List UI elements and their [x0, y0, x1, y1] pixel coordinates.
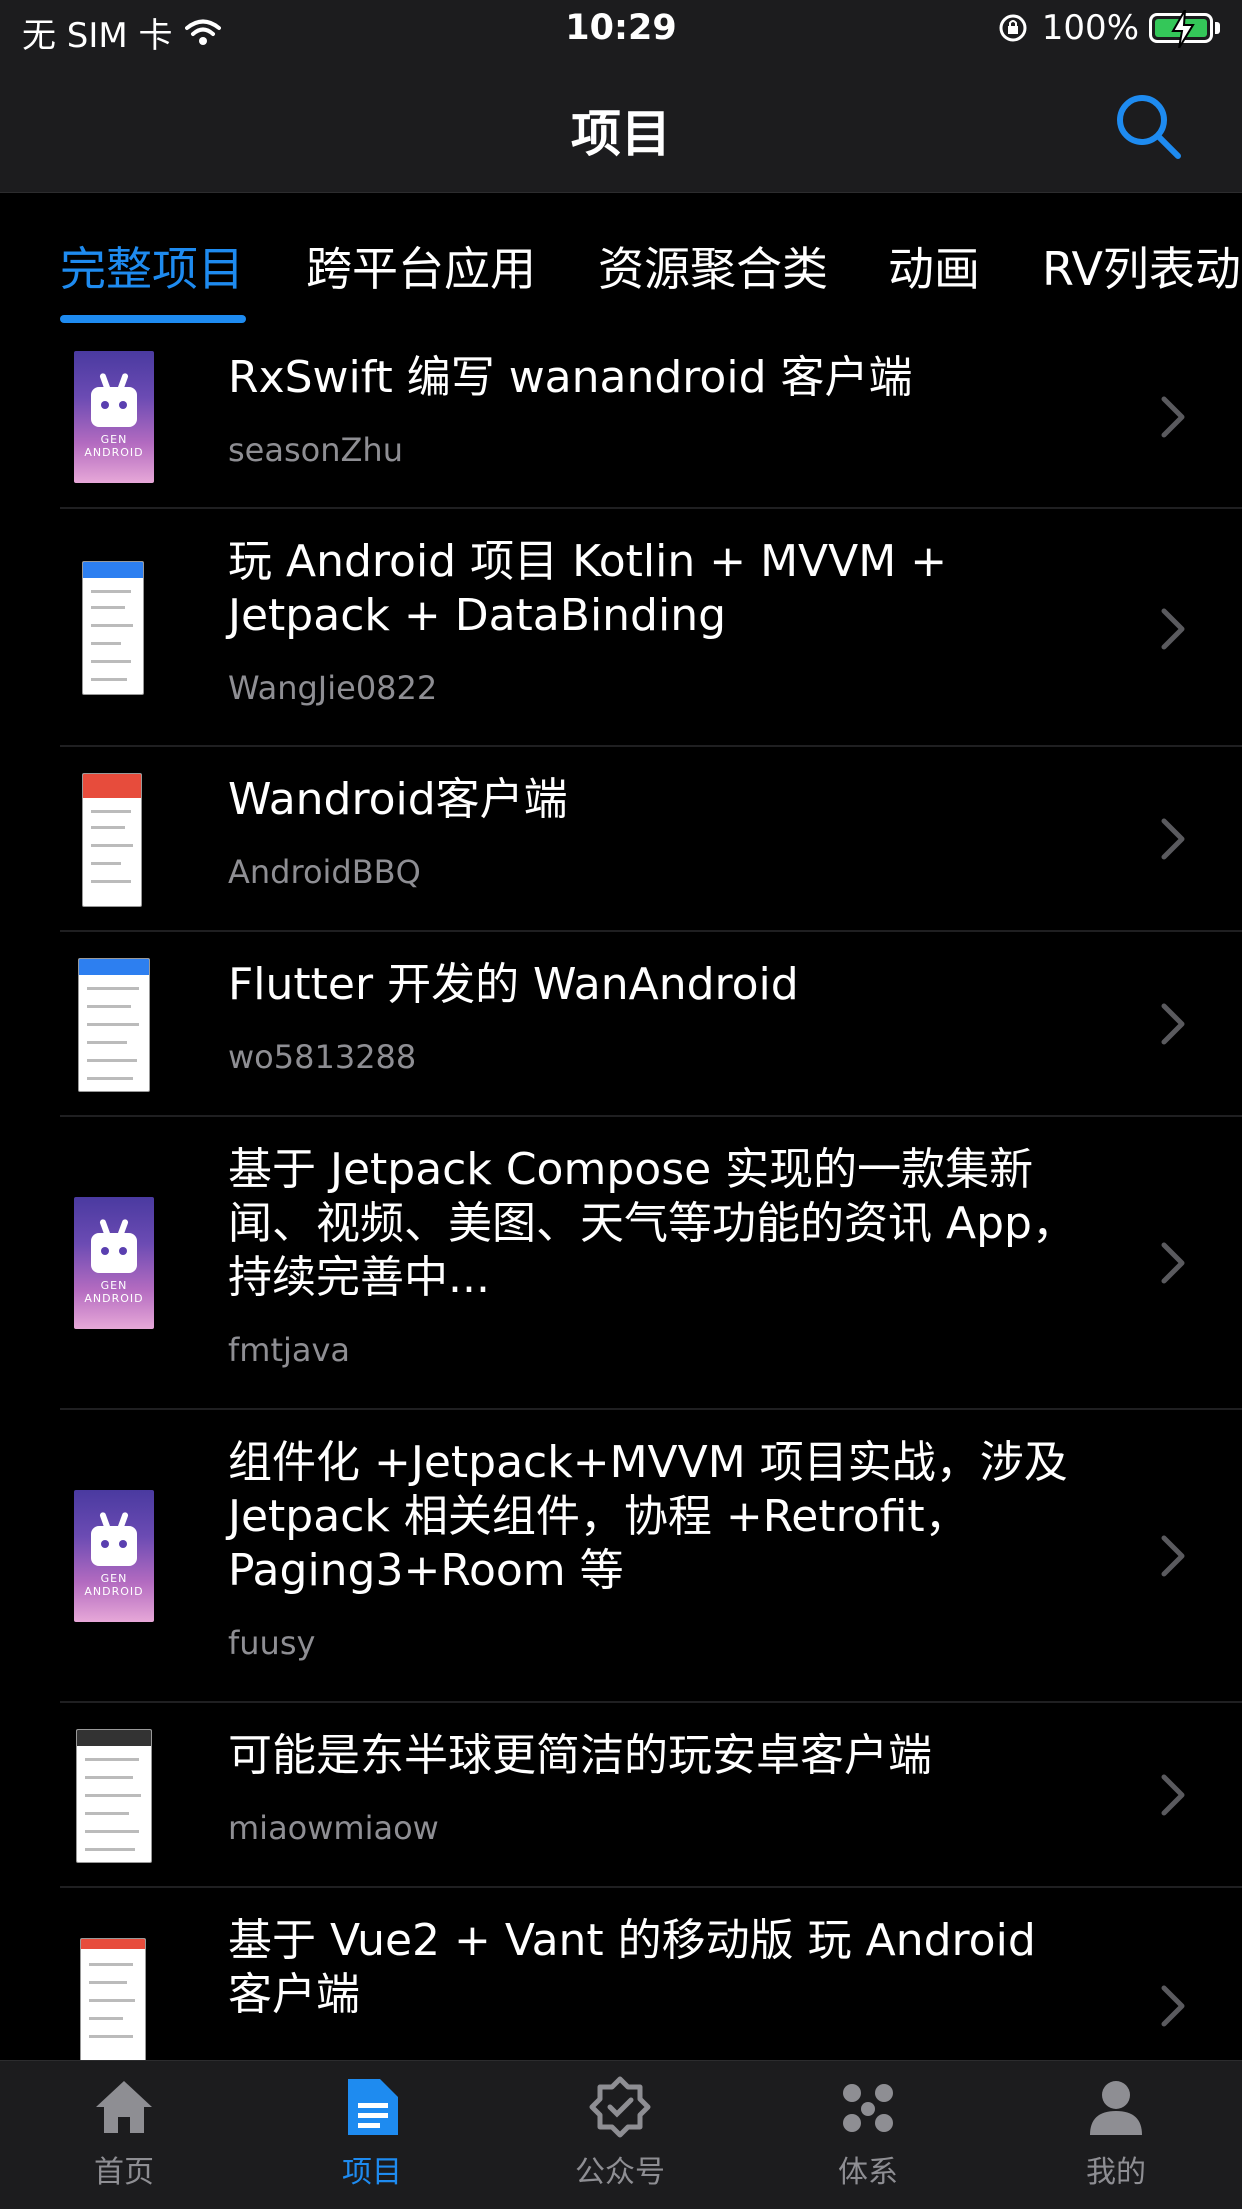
- chevron-right-icon: [1161, 1774, 1185, 1816]
- tabbar-label: 项目: [342, 2155, 402, 2190]
- search-icon[interactable]: [1114, 92, 1184, 162]
- project-author: fmtjava: [228, 1331, 351, 1369]
- project-title: 玩 Android 项目 Kotlin + MVVM + Jetpack + D…: [228, 536, 948, 641]
- chevron-right-icon: [1161, 1535, 1185, 1577]
- battery-icon: [1149, 10, 1213, 48]
- user-icon: [1090, 2081, 1142, 2135]
- status-bar: 无 SIM 卡 10:29 100%: [0, 0, 1242, 62]
- project-title: 基于 Jetpack Compose 实现的一款集新闻、视频、美图、天气等功能的…: [228, 1144, 1076, 1303]
- list-item[interactable]: Flutter 开发的 WanAndroid wo5813288: [60, 932, 1242, 1117]
- tabbar-item-home[interactable]: 首页: [0, 2075, 248, 2191]
- list-item[interactable]: 玩 Android 项目 Kotlin + MVVM + Jetpack + D…: [60, 509, 1242, 747]
- chevron-right-icon: [1161, 608, 1185, 650]
- battery-cap: [1215, 22, 1220, 34]
- tab-cross-platform[interactable]: 跨平台应用: [306, 233, 536, 299]
- tab-resource-aggregation[interactable]: 资源聚合类: [598, 233, 828, 299]
- page-title: 项目: [571, 105, 671, 163]
- project-thumbnail: [82, 773, 142, 907]
- chevron-right-icon: [1161, 1003, 1185, 1045]
- project-title: RxSwift 编写 wanandroid 客户端: [228, 352, 913, 403]
- project-title: 可能是东半球更简洁的玩安卓客户端: [228, 1730, 932, 1781]
- category-tabs: 完整项目 跨平台应用 资源聚合类 动画 RV列表动: [0, 193, 1242, 325]
- chevron-right-icon: [1161, 1242, 1185, 1284]
- tabbar-item-system[interactable]: 体系: [744, 2075, 992, 2191]
- project-title: Wandroid客户端: [228, 774, 568, 825]
- list-item[interactable]: GEN ANDROID RxSwift 编写 wanandroid 客户端 se…: [60, 325, 1242, 509]
- project-thumbnail: [82, 561, 144, 695]
- tab-animation[interactable]: 动画: [888, 233, 980, 299]
- badge-check-icon: [589, 2076, 651, 2138]
- tabbar-label: 首页: [94, 2155, 154, 2190]
- list-item[interactable]: GEN ANDROID 基于 Jetpack Compose 实现的一款集新闻、…: [60, 1117, 1242, 1410]
- folder-icon: [348, 2079, 398, 2135]
- project-author: WangJie0822: [228, 669, 438, 707]
- project-thumbnail: GEN ANDROID: [74, 1490, 154, 1622]
- chevron-right-icon: [1161, 396, 1185, 438]
- home-icon: [96, 2081, 152, 2133]
- project-author: AndroidBBQ: [228, 853, 421, 891]
- project-title: Flutter 开发的 WanAndroid: [228, 959, 799, 1010]
- project-thumbnail: [76, 1729, 152, 1863]
- project-thumbnail: [78, 958, 150, 1092]
- list-item[interactable]: Wandroid客户端 AndroidBBQ: [60, 747, 1242, 932]
- tabbar-item-profile[interactable]: 我的: [992, 2075, 1240, 2191]
- project-title: 组件化 +Jetpack+MVVM 项目实战，涉及 Jetpack 相关组件，协…: [228, 1437, 1068, 1596]
- rotation-lock-icon: [999, 14, 1027, 42]
- list-item[interactable]: 基于 Vue2 + Vant 的移动版 玩 Android 客户端: [60, 1888, 1242, 2060]
- tab-rv-list-animation[interactable]: RV列表动: [1042, 233, 1241, 299]
- list-item[interactable]: 可能是东半球更简洁的玩安卓客户端 miaowmiaow: [60, 1703, 1242, 1888]
- battery-percent: 100%: [1041, 8, 1139, 48]
- chevron-right-icon: [1161, 818, 1185, 860]
- project-thumbnail: GEN ANDROID: [74, 351, 154, 483]
- list-item[interactable]: GEN ANDROID 组件化 +Jetpack+MVVM 项目实战，涉及 Je…: [60, 1410, 1242, 1703]
- nodes-icon: [843, 2084, 893, 2132]
- project-author: wo5813288: [228, 1038, 417, 1076]
- bottom-tab-bar: 首页 项目 公众号 体系 我的: [0, 2060, 1242, 2209]
- tab-complete-projects[interactable]: 完整项目: [60, 233, 244, 299]
- tabbar-item-official-accounts[interactable]: 公众号: [496, 2075, 744, 2191]
- project-author: miaowmiaow: [228, 1809, 439, 1847]
- tabbar-label: 我的: [1086, 2155, 1146, 2190]
- tabbar-label: 公众号: [575, 2155, 665, 2190]
- project-title: 基于 Vue2 + Vant 的移动版 玩 Android 客户端: [228, 1915, 1036, 2020]
- project-thumbnail: [80, 1938, 146, 2060]
- tab-indicator: [60, 315, 246, 323]
- chevron-right-icon: [1161, 1985, 1185, 2027]
- tabbar-item-projects[interactable]: 项目: [248, 2075, 496, 2191]
- project-author: fuusy: [228, 1624, 316, 1662]
- status-right: 100%: [998, 8, 1220, 48]
- project-thumbnail: GEN ANDROID: [74, 1197, 154, 1329]
- project-list[interactable]: GEN ANDROID RxSwift 编写 wanandroid 客户端 se…: [0, 325, 1242, 2060]
- nav-bar: 项目: [0, 62, 1242, 193]
- tabbar-label: 体系: [838, 2155, 898, 2190]
- project-author: seasonZhu: [228, 431, 403, 469]
